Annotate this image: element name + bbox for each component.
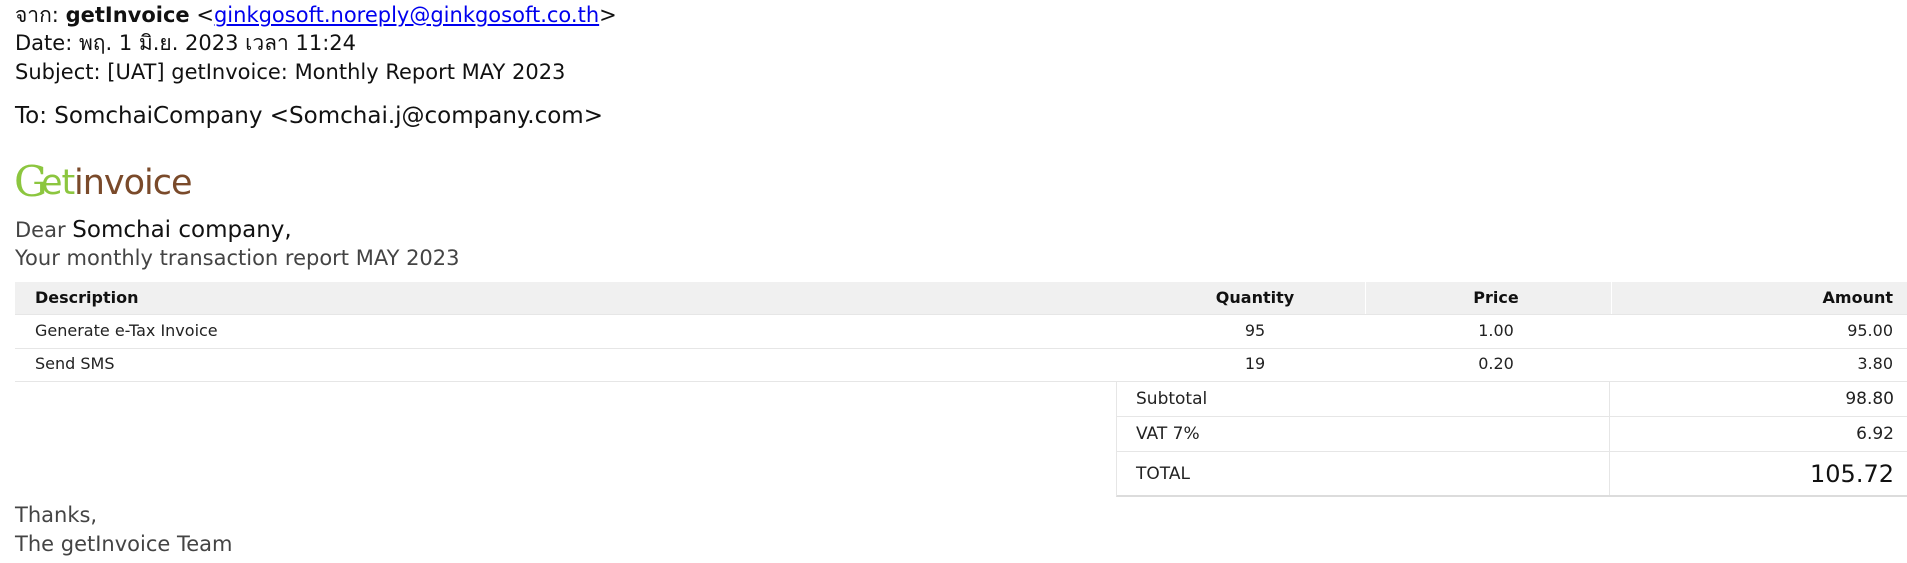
getinvoice-logo: G et invoice [14, 157, 214, 215]
dear-label: Dear [15, 218, 66, 242]
report-line: Your monthly transaction report MAY 2023 [15, 246, 460, 270]
email-view: จาก: getInvoice <ginkgosoft.noreply@gink… [0, 0, 1907, 563]
greeting: Dear Somchai company, [15, 216, 292, 244]
signature-text: The getInvoice Team [15, 532, 233, 556]
header-separator [1365, 282, 1366, 314]
from-label: จาก: [15, 3, 59, 27]
header-amount: Amount [1822, 288, 1893, 307]
sender-email-link[interactable]: ginkgosoft.noreply@ginkgosoft.co.th [214, 3, 599, 27]
total-label: TOTAL [1136, 463, 1190, 484]
header-quantity: Quantity [1215, 288, 1295, 307]
header-description: Description [35, 288, 139, 307]
from-line: จาก: getInvoice <ginkgosoft.noreply@gink… [15, 1, 617, 29]
table-row: Generate e-Tax Invoice 95 1.00 95.00 [15, 315, 1907, 349]
totals-divider [1609, 417, 1610, 451]
subject-line: Subject: [UAT] getInvoice: Monthly Repor… [15, 60, 566, 84]
vat-value: 6.92 [1856, 424, 1894, 444]
row-description: Generate e-Tax Invoice [35, 321, 218, 340]
totals-divider [1609, 452, 1610, 495]
subtotal-row: Subtotal 98.80 [1116, 381, 1907, 417]
date-line: Date: พฤ. 1 มิ.ย. 2023 เวลา 11:24 [15, 31, 357, 55]
to-line: To: SomchaiCompany <Somchai.j@company.co… [15, 103, 603, 129]
subtotal-label: Subtotal [1136, 388, 1208, 409]
angle-close: > [599, 3, 617, 27]
logo-text-et: et [41, 163, 75, 203]
row-quantity: 95 [1244, 321, 1266, 340]
total-value: 105.72 [1810, 459, 1894, 488]
sender-name: getInvoice [65, 3, 190, 27]
table-header: Description Quantity Price Amount [15, 282, 1907, 315]
angle-open: < [196, 3, 214, 27]
row-amount: 3.80 [1857, 354, 1893, 373]
customer-name: Somchai company, [72, 217, 292, 243]
row-description: Send SMS [35, 354, 115, 373]
total-row: TOTAL 105.72 [1116, 452, 1907, 497]
header-price: Price [1473, 288, 1519, 307]
vat-label: VAT 7% [1136, 424, 1200, 444]
subtotal-value: 98.80 [1845, 388, 1894, 409]
row-quantity: 19 [1244, 354, 1266, 373]
totals-divider [1609, 381, 1610, 416]
row-price: 0.20 [1478, 354, 1514, 373]
row-price: 1.00 [1478, 321, 1514, 340]
row-amount: 95.00 [1847, 321, 1893, 340]
header-separator [1611, 282, 1612, 314]
vat-row: VAT 7% 6.92 [1116, 417, 1907, 452]
logo-text-invoice: invoice [74, 163, 193, 203]
table-row: Send SMS 19 0.20 3.80 [15, 348, 1907, 382]
thanks-text: Thanks, [15, 503, 98, 527]
